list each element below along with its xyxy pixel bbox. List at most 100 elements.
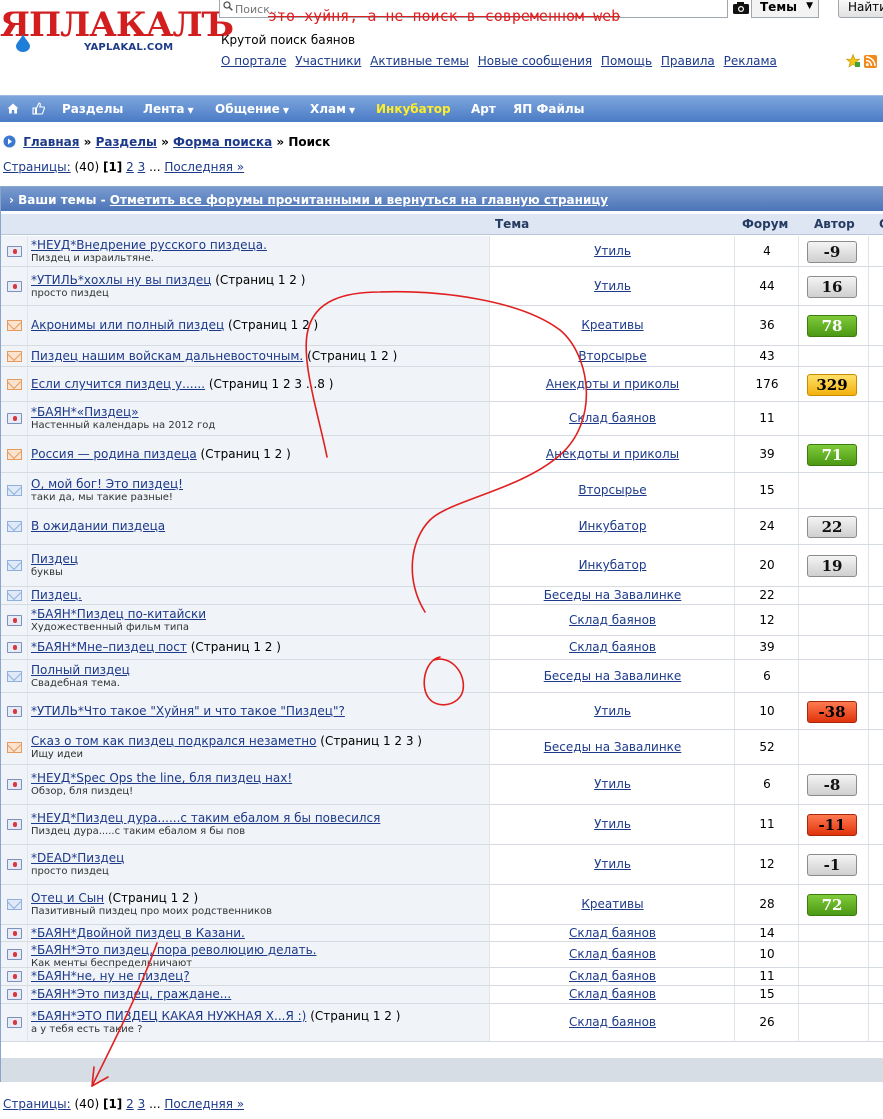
topic-link[interactable]: *БАЯН*Это пиздец, пора революцию делать.	[31, 943, 316, 957]
thumbs-up-icon[interactable]	[32, 102, 45, 115]
nav-art[interactable]: Арт	[471, 102, 496, 116]
forum-link[interactable]: Вторсырье	[490, 349, 735, 363]
forum-link[interactable]: Склад баянов	[490, 947, 735, 961]
find-button[interactable]: Найти	[838, 0, 883, 18]
nav-feed[interactable]: Лента ▼	[143, 102, 194, 116]
topic-link[interactable]: *БАЯН*«Пиздец»	[31, 405, 139, 419]
forum-link[interactable]: Склад баянов	[490, 411, 735, 425]
link-help[interactable]: Помощь	[601, 54, 652, 68]
forum-link[interactable]: Креативы	[490, 897, 735, 911]
topic-link[interactable]: *НЕУД*Внедрение русского пиздеца.	[31, 238, 267, 252]
topic-pages[interactable]: (Страниц 1 2 )	[228, 318, 318, 332]
topic-link[interactable]: Если случится пиздец у......	[31, 377, 205, 391]
topic-pages[interactable]: (Страниц 1 2 )	[310, 1009, 400, 1023]
pagination-page-3[interactable]: 3	[138, 160, 146, 174]
breadcrumb-search-form[interactable]: Форма поиска	[173, 135, 272, 149]
link-about[interactable]: О портале	[221, 54, 286, 68]
column-topic[interactable]: Тема	[495, 217, 529, 231]
forum-link[interactable]: Инкубатор	[490, 558, 735, 572]
forum-link[interactable]: Вторсырье	[490, 483, 735, 497]
topic-link[interactable]: Отец и Сын	[31, 891, 104, 905]
pagination-dots: ...	[149, 160, 161, 174]
topic-link[interactable]: В ожидании пиздеца	[31, 519, 165, 533]
link-members[interactable]: Участники	[295, 54, 361, 68]
topic-pages[interactable]: (Страниц 1 2 )	[201, 447, 291, 461]
forum-link[interactable]: Инкубатор	[490, 519, 735, 533]
pagination-label[interactable]: Страницы:	[3, 1097, 71, 1111]
mark-all-read-link[interactable]: Отметить все форумы прочитанными и верну…	[110, 193, 608, 207]
topic-link[interactable]: Россия — родина пиздеца	[31, 447, 197, 461]
forum-link[interactable]: Склад баянов	[490, 640, 735, 654]
forum-link[interactable]: Анекдоты и приколы	[490, 377, 735, 391]
topic-pages[interactable]: (Страниц 1 2 )	[108, 891, 198, 905]
topic-link[interactable]: *БАЯН*Мне–пиздец пост	[31, 640, 187, 654]
pagination-page-2[interactable]: 2	[126, 1097, 134, 1111]
topic-link[interactable]: *DEAD*Пиздец	[31, 851, 124, 865]
topic-title-line: Если случится пиздец у...... (Страниц 1 …	[31, 377, 333, 391]
forum-link[interactable]: Беседы на Завалинке	[490, 669, 735, 683]
breadcrumb-sections[interactable]: Разделы	[96, 135, 157, 149]
topic-link[interactable]: *УТИЛЬ*Что такое "Хуйня" и что такое "Пи…	[31, 704, 345, 718]
forum-link[interactable]: Беседы на Завалинке	[490, 588, 735, 602]
nav-communication[interactable]: Общение ▼	[215, 102, 289, 116]
topic-pages[interactable]: (Страниц 1 2 3 )	[320, 734, 422, 748]
topic-link[interactable]: Пиздец.	[31, 588, 82, 602]
star-icon[interactable]	[846, 54, 860, 68]
forum-link[interactable]: Креативы	[490, 318, 735, 332]
topic-link[interactable]: Сказ о том как пиздец подкрался незаметн…	[31, 734, 316, 748]
pagination-last[interactable]: Последняя »	[164, 1097, 244, 1111]
topic-link[interactable]: *НЕУД*Spec Ops the line, бля пиздец нах!	[31, 771, 292, 785]
forum-link[interactable]: Утиль	[490, 279, 735, 293]
topic-link[interactable]: *БАЯН*Пиздец по-китайски	[31, 607, 206, 621]
topic-link[interactable]: О, мой бог! Это пиздец!	[31, 477, 183, 491]
search-scope-select[interactable]: Темы ▼	[751, 0, 819, 18]
topic-link[interactable]: Акронимы или полный пиздец	[31, 318, 224, 332]
topic-link[interactable]: *БАЯН*Это пиздец, граждане...	[31, 987, 231, 1001]
forum-link[interactable]: Утиль	[490, 857, 735, 871]
camera-icon[interactable]	[733, 1, 749, 14]
link-rules[interactable]: Правила	[661, 54, 715, 68]
forum-link[interactable]: Утиль	[490, 817, 735, 831]
search-input[interactable]	[219, 0, 728, 18]
column-forum[interactable]: Форум	[742, 217, 788, 231]
pagination-last[interactable]: Последняя »	[164, 160, 244, 174]
column-last[interactable]: С	[879, 217, 883, 231]
nav-sections[interactable]: Разделы	[62, 102, 123, 116]
forum-link[interactable]: Склад баянов	[490, 987, 735, 1001]
link-new-messages[interactable]: Новые сообщения	[478, 54, 592, 68]
home-icon[interactable]	[7, 103, 19, 114]
pagination-page-2[interactable]: 2	[126, 160, 134, 174]
topic-pages[interactable]: (Страниц 1 2 3 ...8 )	[209, 377, 334, 391]
forum-link[interactable]: Склад баянов	[490, 1015, 735, 1029]
pagination-page-3[interactable]: 3	[138, 1097, 146, 1111]
topic-link[interactable]: Пиздец	[31, 552, 78, 566]
forum-link[interactable]: Утиль	[490, 777, 735, 791]
forum-link[interactable]: Склад баянов	[490, 969, 735, 983]
forum-link[interactable]: Склад баянов	[490, 926, 735, 940]
topic-pages[interactable]: (Страниц 1 2 )	[191, 640, 281, 654]
site-logo[interactable]: ЯПЛАКАЛЪ YAPLAKAL.COM	[0, 8, 234, 56]
topic-link[interactable]: Полный пиздец	[31, 663, 130, 677]
nav-files[interactable]: ЯП Файлы	[513, 102, 585, 116]
topic-pages[interactable]: (Страниц 1 2 )	[215, 273, 305, 287]
rss-icon[interactable]	[864, 55, 877, 68]
topic-link[interactable]: Пиздец нашим войскам дальневосточным.	[31, 349, 303, 363]
forum-link[interactable]: Склад баянов	[490, 613, 735, 627]
forum-link[interactable]: Утиль	[490, 704, 735, 718]
nav-incubator[interactable]: Инкубатор	[376, 102, 451, 116]
topic-link[interactable]: *УТИЛЬ*хохлы ну вы пиздец	[31, 273, 211, 287]
link-active-topics[interactable]: Активные темы	[370, 54, 469, 68]
forum-link[interactable]: Утиль	[490, 244, 735, 258]
pagination-label[interactable]: Страницы:	[3, 160, 71, 174]
column-author[interactable]: Автор	[814, 217, 855, 231]
topic-pages[interactable]: (Страниц 1 2 )	[307, 349, 397, 363]
link-ads[interactable]: Реклама	[724, 54, 777, 68]
breadcrumb-home[interactable]: Главная	[23, 135, 79, 149]
topic-link[interactable]: *НЕУД*Пиздец дура......с таким ебалом я …	[31, 811, 380, 825]
forum-link[interactable]: Анекдоты и приколы	[490, 447, 735, 461]
topic-link[interactable]: *БАЯН*не, ну не пиздец?	[31, 969, 190, 983]
topic-link[interactable]: *БАЯН*Двойной пиздец в Казани.	[31, 926, 245, 940]
forum-link[interactable]: Беседы на Завалинке	[490, 740, 735, 754]
nav-junk[interactable]: Хлам ▼	[310, 102, 355, 116]
topic-link[interactable]: *БАЯН*ЭТО ПИЗДЕЦ КАКАЯ НУЖНАЯ Х...Я :)	[31, 1009, 306, 1023]
